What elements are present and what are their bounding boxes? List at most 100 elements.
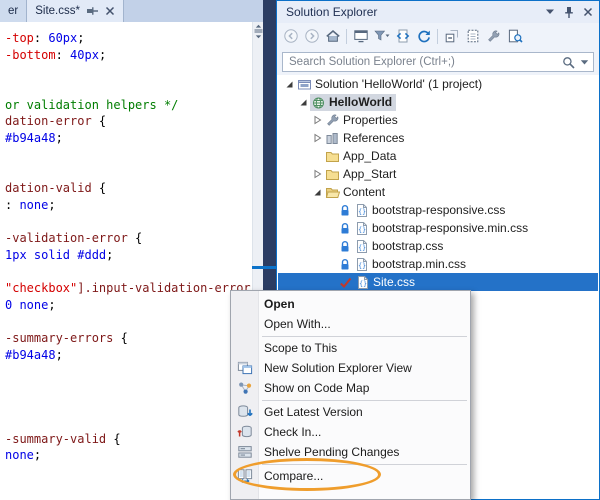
tree-item-properties[interactable]: Properties bbox=[278, 111, 598, 129]
menu-item-compare[interactable]: Compare... bbox=[231, 466, 470, 486]
close-tab-icon[interactable] bbox=[105, 6, 115, 16]
scrollbar-position-marker bbox=[252, 266, 276, 269]
tree-item-bootstrap-responsive-min-css[interactable]: {} bootstrap-responsive.min.css bbox=[278, 219, 598, 237]
svg-text:{}: {} bbox=[358, 262, 366, 270]
code-line: or validation helpers */ bbox=[5, 97, 179, 112]
expand-arrow-icon[interactable] bbox=[310, 131, 324, 145]
toolbar-separator bbox=[437, 28, 438, 44]
svg-text:{}: {} bbox=[358, 208, 366, 216]
menu-item-new-solution-explorer-view[interactable]: New Solution Explorer View bbox=[231, 358, 470, 378]
pending-filter-button[interactable] bbox=[372, 26, 391, 46]
properties-icon bbox=[486, 29, 501, 44]
code-line: -summary-valid { bbox=[5, 431, 121, 446]
tree-item-label: Site.css bbox=[373, 275, 416, 289]
menu-item-label: Open With... bbox=[264, 317, 331, 331]
search-options-chevron-icon[interactable] bbox=[580, 59, 589, 66]
code-line: : none; bbox=[5, 197, 56, 212]
collapse-arrow-icon[interactable] bbox=[282, 77, 296, 91]
preview-selected-button[interactable] bbox=[505, 26, 524, 46]
switch-views-icon bbox=[353, 28, 369, 44]
sync-active-document-button[interactable] bbox=[393, 26, 412, 46]
editor-pane: er Site.css* -top: 60px; -bottom: 40px; or… bbox=[0, 0, 263, 500]
css-file-icon: {} bbox=[355, 275, 370, 290]
tree-item-app-start[interactable]: App_Start bbox=[278, 165, 598, 183]
pending-filter-icon bbox=[373, 28, 391, 44]
tree-item-content: HelloWorld bbox=[310, 93, 397, 111]
tree-item-helloworld[interactable]: HelloWorld bbox=[278, 93, 598, 111]
checkmark-icon bbox=[339, 276, 352, 289]
tab-site-css[interactable]: Site.css* bbox=[27, 0, 124, 22]
solution-explorer-toolbar bbox=[277, 23, 599, 49]
code-editor[interactable]: -top: 60px; -bottom: 40px; or validation h… bbox=[0, 22, 252, 500]
sync-active-document-icon bbox=[395, 28, 411, 44]
tree-item-solution-helloworld-1-project[interactable]: Solution 'HelloWorld' (1 project) bbox=[278, 75, 598, 93]
pin-tab-icon[interactable] bbox=[86, 5, 99, 17]
new-solution-explorer-view-icon bbox=[231, 360, 259, 376]
switch-views-button[interactable] bbox=[351, 26, 370, 46]
collapse-all-button[interactable] bbox=[442, 26, 461, 46]
home-icon bbox=[325, 28, 341, 44]
tree-item-references[interactable]: References bbox=[278, 129, 598, 147]
code-line: -top: 60px; bbox=[5, 31, 85, 45]
references-icon bbox=[325, 131, 340, 146]
menu-separator bbox=[262, 463, 467, 465]
tab-label: Site.css* bbox=[35, 5, 80, 17]
menu-item-get-latest-version[interactable]: Get Latest Version bbox=[231, 402, 470, 422]
search-input[interactable] bbox=[289, 56, 557, 68]
menu-item-label: Scope to This bbox=[264, 341, 338, 355]
expand-arrow-icon[interactable] bbox=[310, 167, 324, 181]
lock-icon bbox=[339, 222, 351, 235]
code-line: none; bbox=[5, 448, 42, 463]
properties-button[interactable] bbox=[484, 26, 503, 46]
collapse-arrow-icon[interactable] bbox=[310, 185, 324, 199]
tree-item-content: Properties bbox=[324, 112, 402, 129]
svg-text:{}: {} bbox=[359, 280, 367, 288]
search-icon[interactable] bbox=[562, 56, 575, 69]
tree-item-site-css[interactable]: {} Site.css bbox=[278, 273, 598, 291]
project-icon bbox=[311, 95, 326, 110]
menu-item-show-on-code-map[interactable]: Show on Code Map bbox=[231, 378, 470, 398]
solution-explorer-titlebar: Solution Explorer bbox=[277, 1, 599, 23]
shelve-icon bbox=[231, 444, 259, 460]
compare-icon bbox=[231, 468, 259, 484]
css-file-icon: {} bbox=[354, 257, 369, 272]
tab-partial[interactable]: er bbox=[0, 0, 28, 22]
tree-item-bootstrap-min-css[interactable]: {} bootstrap.min.css bbox=[278, 255, 598, 273]
back-button[interactable] bbox=[281, 26, 300, 46]
lock-icon bbox=[339, 240, 351, 253]
tree-item-content: {} bootstrap.css bbox=[338, 238, 447, 255]
svg-text:{}: {} bbox=[358, 244, 366, 252]
tree-item-bootstrap-css[interactable]: {} bootstrap.css bbox=[278, 237, 598, 255]
menu-item-label: Compare... bbox=[264, 469, 324, 483]
menu-item-open[interactable]: Open bbox=[231, 294, 470, 314]
tree-item-app-data[interactable]: App_Data bbox=[278, 147, 598, 165]
close-panel-button[interactable] bbox=[583, 7, 593, 17]
menu-item-shelve-pending-changes[interactable]: Shelve Pending Changes bbox=[231, 442, 470, 462]
menu-item-open-with[interactable]: Open With... bbox=[231, 314, 470, 334]
menu-item-scope-to-this[interactable]: Scope to This bbox=[231, 338, 470, 358]
menu-item-check-in[interactable]: Check In... bbox=[231, 422, 470, 442]
tree-item-bootstrap-responsive-css[interactable]: {} bootstrap-responsive.css bbox=[278, 201, 598, 219]
tree-item-label: Content bbox=[343, 185, 386, 199]
tree-item-content[interactable]: Content bbox=[278, 183, 598, 201]
properties-icon bbox=[325, 113, 340, 128]
collapse-arrow-icon[interactable] bbox=[296, 95, 310, 109]
pin-panel-button[interactable] bbox=[563, 6, 575, 19]
refresh-button[interactable] bbox=[414, 26, 433, 46]
menu-item-label: New Solution Explorer View bbox=[264, 361, 412, 375]
refresh-icon bbox=[416, 28, 432, 44]
toolbar-separator bbox=[346, 28, 347, 44]
expand-arrow-icon[interactable] bbox=[310, 113, 324, 127]
tree-item-label: References bbox=[343, 131, 405, 145]
home-button[interactable] bbox=[323, 26, 342, 46]
lock-icon bbox=[339, 258, 351, 271]
css-file-icon: {} bbox=[354, 203, 369, 218]
show-all-files-button[interactable] bbox=[463, 26, 482, 46]
context-menu: Open Open With... Scope to This New Solutio… bbox=[230, 290, 471, 500]
code-line: dation-valid { bbox=[5, 181, 107, 196]
search-area bbox=[277, 49, 599, 75]
window-position-button[interactable] bbox=[545, 8, 555, 16]
forward-button[interactable] bbox=[302, 26, 321, 46]
